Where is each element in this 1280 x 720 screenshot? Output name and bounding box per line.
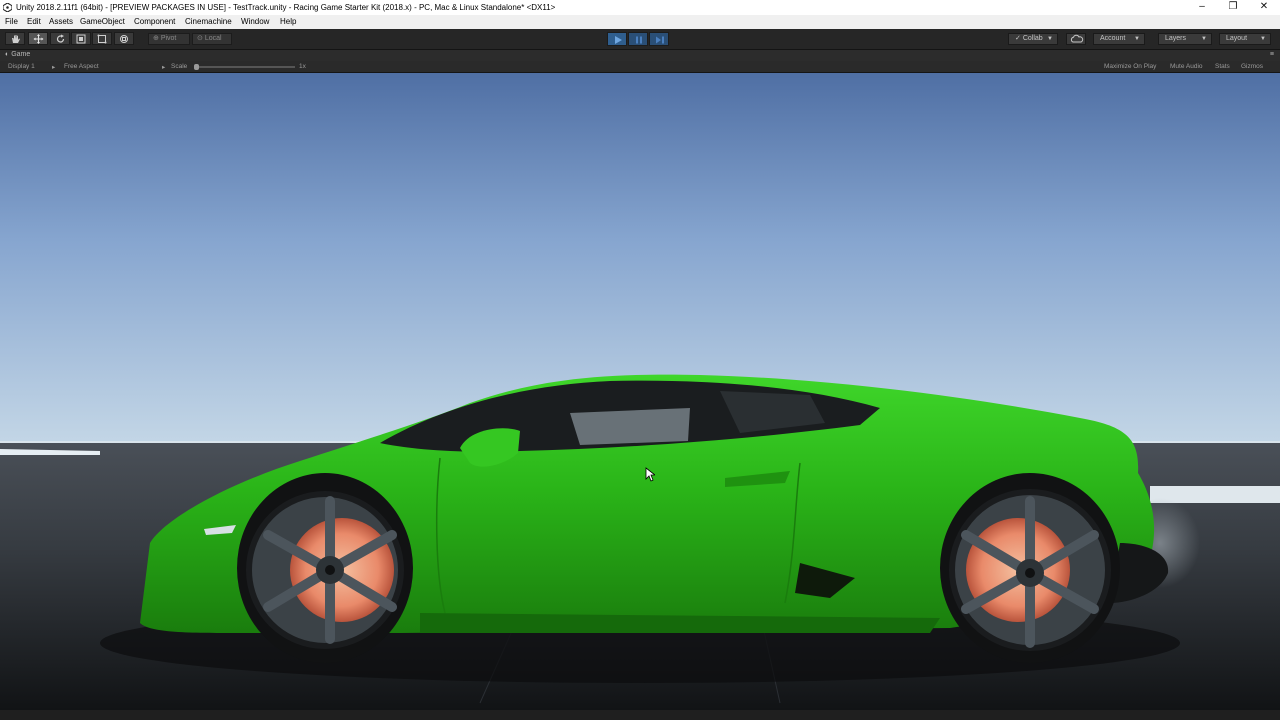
game-view-controls: Display 1 ▸ Free Aspect ▸ Scale 1x Maxim…	[0, 61, 1280, 73]
maximize-on-play-toggle[interactable]: Maximize On Play	[1104, 63, 1156, 70]
chevron-icon: ▸	[52, 64, 56, 71]
chevron-down-icon: ▼	[1201, 36, 1207, 42]
menu-cinemachine[interactable]: Cinemachine	[185, 17, 232, 26]
pivot-toggle[interactable]: ⊕ Pivot	[148, 33, 190, 45]
display-dropdown[interactable]: Display 1	[8, 63, 35, 70]
scale-slider-thumb[interactable]	[194, 64, 199, 70]
chevron-down-icon: ▼	[1260, 36, 1266, 42]
unity-logo-icon	[3, 3, 12, 12]
scale-tool-icon	[76, 34, 86, 44]
local-icon: ⊙	[197, 35, 205, 42]
pause-icon	[636, 36, 642, 44]
chevron-down-icon: ▼	[1047, 36, 1053, 42]
step-button[interactable]	[649, 32, 669, 46]
cloud-check-icon: ✓	[1015, 35, 1023, 42]
scale-slider-track[interactable]	[195, 66, 295, 68]
rear-wheel	[940, 473, 1120, 663]
game-scene	[0, 73, 1280, 710]
maximize-button[interactable]: ❐	[1217, 0, 1249, 15]
rotate-tool-button[interactable]	[50, 32, 70, 45]
menu-assets[interactable]: Assets	[49, 17, 73, 26]
transform-tool-button[interactable]	[114, 32, 134, 45]
scale-label: Scale	[171, 63, 188, 70]
layout-dropdown[interactable]: Layout ▼	[1219, 33, 1271, 45]
minimize-button[interactable]: –	[1186, 0, 1218, 15]
chevron-down-icon: ▼	[1134, 36, 1140, 42]
game-viewport[interactable]	[0, 73, 1280, 710]
rect-tool-icon	[97, 34, 107, 44]
status-bar	[0, 710, 1280, 720]
window-title-bar: Unity 2018.2.11f1 (64bit) - [PREVIEW PAC…	[0, 0, 1280, 15]
menu-help[interactable]: Help	[280, 17, 296, 26]
transform-tool-icon	[120, 35, 128, 43]
menu-file[interactable]: File	[5, 17, 18, 26]
car-window-glass	[570, 408, 690, 445]
layers-dropdown[interactable]: Layers ▼	[1158, 33, 1212, 45]
cloud-button[interactable]	[1066, 33, 1086, 45]
rect-tool-button[interactable]	[92, 32, 112, 45]
hand-tool-icon	[12, 35, 20, 43]
move-tool-icon	[33, 34, 44, 44]
pivot-icon: ⊕	[153, 35, 161, 42]
cloud-icon	[1070, 34, 1084, 43]
close-button[interactable]: ✕	[1248, 0, 1280, 15]
aspect-dropdown[interactable]: Free Aspect	[64, 63, 99, 70]
scale-tool-button[interactable]	[71, 32, 91, 45]
menu-gameobject[interactable]: GameObject	[80, 17, 125, 26]
pause-button[interactable]	[628, 32, 648, 46]
scale-value: 1x	[299, 63, 306, 70]
menu-component[interactable]: Component	[134, 17, 175, 26]
game-panel-header: ◐ Game ≡	[0, 50, 1280, 61]
collab-dropdown[interactable]: ✓ Collab ▼	[1008, 33, 1058, 45]
menu-window[interactable]: Window	[241, 17, 269, 26]
chevron-icon: ▸	[162, 64, 166, 71]
tab-game[interactable]: ◐ Game	[5, 51, 30, 58]
stats-toggle[interactable]: Stats	[1215, 63, 1230, 70]
hand-tool-button[interactable]	[5, 32, 25, 45]
gizmos-dropdown[interactable]: Gizmos	[1241, 63, 1263, 70]
step-icon	[656, 36, 664, 44]
play-button[interactable]	[607, 32, 627, 46]
panel-menu-icon[interactable]: ≡	[1270, 51, 1274, 58]
account-dropdown[interactable]: Account ▼	[1093, 33, 1145, 45]
menu-bar: File Edit Assets GameObject Component Ci…	[0, 15, 1280, 29]
mouse-cursor-icon	[645, 467, 655, 482]
main-toolbar: ⊕ Pivot ⊙ Local ✓ Collab ▼ Account ▼ Layer…	[0, 29, 1280, 50]
move-tool-button[interactable]	[28, 32, 48, 45]
rotate-tool-icon	[56, 34, 65, 43]
front-wheel	[237, 473, 413, 663]
local-toggle[interactable]: ⊙ Local	[192, 33, 232, 45]
mute-audio-toggle[interactable]: Mute Audio	[1170, 63, 1203, 70]
play-icon	[615, 36, 622, 44]
window-title: Unity 2018.2.11f1 (64bit) - [PREVIEW PAC…	[16, 3, 556, 12]
menu-edit[interactable]: Edit	[27, 17, 41, 26]
